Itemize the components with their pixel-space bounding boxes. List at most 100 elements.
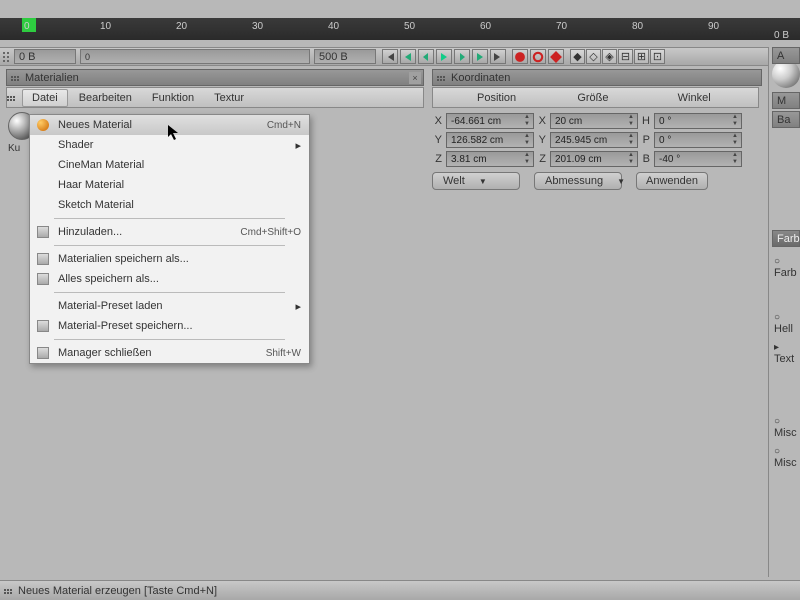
apply-button[interactable]: Anwenden xyxy=(636,172,708,190)
grip-icon xyxy=(7,95,17,101)
separator xyxy=(54,292,285,293)
tick-label: 70 xyxy=(556,21,567,32)
size-field[interactable]: 201.09 cm▲▼ xyxy=(550,151,638,167)
materials-menubar: DateiBearbeitenFunktionTextur xyxy=(6,87,424,108)
timeline-frame-right: 0 B xyxy=(774,30,789,41)
prop-hell[interactable]: ○ Hell xyxy=(774,312,800,335)
separator xyxy=(54,339,285,340)
frame-mid-field[interactable]: 500 B▲▼ xyxy=(314,49,376,64)
menu-item[interactable]: Sketch Material xyxy=(30,195,309,215)
toggle-grid-icon[interactable]: ⊡ xyxy=(650,49,665,64)
menu-item-label: Neues Material xyxy=(58,119,267,131)
saveall-icon xyxy=(34,271,52,287)
shortcut-label: Cmd+N xyxy=(267,120,301,131)
toggle-pos-icon[interactable]: ◆ xyxy=(570,49,585,64)
record-button[interactable] xyxy=(512,49,528,64)
menu-item[interactable]: Manager schließenShift+W xyxy=(30,343,309,363)
menu-bearbeiten[interactable]: Bearbeiten xyxy=(69,88,142,108)
axis-label: Y xyxy=(432,134,444,146)
sphere-icon xyxy=(34,117,52,133)
grip-icon xyxy=(433,89,453,107)
axis-label: Z xyxy=(536,153,548,165)
coords-title-label: Koordinaten xyxy=(451,72,510,84)
space-dropdown[interactable]: Welt▼ xyxy=(432,172,520,190)
menu-item[interactable]: CineMan Material xyxy=(30,155,309,175)
prop-misc1[interactable]: ○ Misc xyxy=(774,416,800,439)
submenu-arrow-icon: ▸ xyxy=(295,300,301,313)
menu-item[interactable]: Haar Material xyxy=(30,175,309,195)
shortcut-label: Cmd+Shift+O xyxy=(240,227,301,238)
key-toggles: ◆ ◇ ◈ ⊟ ⊞ ⊡ xyxy=(570,49,665,64)
menu-item[interactable]: Material-Preset speichern... xyxy=(30,316,309,336)
prev-frame-button[interactable] xyxy=(418,49,434,64)
file-dropdown-menu: Neues MaterialCmd+NShader▸CineMan Materi… xyxy=(29,114,310,364)
toggle-scale-icon[interactable]: ◇ xyxy=(586,49,601,64)
menu-item[interactable]: Alles speichern als... xyxy=(30,269,309,289)
pos-field[interactable]: 3.81 cm▲▼ xyxy=(446,151,534,167)
col-position: Position xyxy=(457,92,557,104)
angle-label: H xyxy=(640,115,652,127)
materials-title-label: Materialien xyxy=(25,72,79,84)
pos-field[interactable]: -64.661 cm▲▼ xyxy=(446,113,534,129)
tick-label: 90 xyxy=(708,21,719,32)
materials-panel-title[interactable]: Materialien × xyxy=(6,69,424,86)
tick-label: 80 xyxy=(632,21,643,32)
frame-slider[interactable]: 0 xyxy=(80,49,310,64)
menu-item[interactable]: Materialien speichern als... xyxy=(30,249,309,269)
frame-left-field[interactable]: 0 B▲▼ xyxy=(14,49,76,64)
material-label: Ku xyxy=(8,143,20,154)
toggle-param-icon[interactable]: ⊟ xyxy=(618,49,633,64)
angle-label: B xyxy=(640,153,652,165)
pos-field[interactable]: 126.582 cm▲▼ xyxy=(446,132,534,148)
size-field[interactable]: 245.945 cm▲▼ xyxy=(550,132,638,148)
col-angle: Winkel xyxy=(658,92,758,104)
angle-field[interactable]: 0 °▲▼ xyxy=(654,113,742,129)
size-field[interactable]: 20 cm▲▼ xyxy=(550,113,638,129)
tick-label: 10 xyxy=(100,21,111,32)
toggle-rot-icon[interactable]: ◈ xyxy=(602,49,617,64)
tick-label: 40 xyxy=(328,21,339,32)
timeline-ruler[interactable]: 0102030405060708090100 xyxy=(0,18,800,40)
material-preview-sphere[interactable] xyxy=(772,60,800,88)
coordinates-panel-title[interactable]: Koordinaten xyxy=(432,69,762,86)
measure-dropdown[interactable]: Abmessung▼ xyxy=(534,172,622,190)
prev-key-button[interactable] xyxy=(400,49,416,64)
timeline-toolbar: 0 B▲▼ 0 500 B▲▼ ◆ ◇ ◈ ⊟ ⊞ ⊡ xyxy=(0,47,800,66)
toggle-pla-icon[interactable]: ⊞ xyxy=(634,49,649,64)
tick-label: 60 xyxy=(480,21,491,32)
close-icon[interactable]: × xyxy=(409,72,421,84)
play-button[interactable] xyxy=(436,49,452,64)
axis-label: Z xyxy=(432,153,444,165)
right-title-a: A xyxy=(772,47,800,64)
folder-icon xyxy=(34,224,52,240)
goto-end-button[interactable] xyxy=(490,49,506,64)
menu-funktion[interactable]: Funktion xyxy=(142,88,204,108)
prop-misc2[interactable]: ○ Misc xyxy=(774,446,800,469)
axis-label: X xyxy=(432,115,444,127)
menu-item-label: Materialien speichern als... xyxy=(58,253,301,265)
blank-icon xyxy=(34,197,52,213)
tick-label: 20 xyxy=(176,21,187,32)
menu-datei[interactable]: Datei xyxy=(22,89,68,107)
save-icon xyxy=(34,251,52,267)
angle-field[interactable]: -40 °▲▼ xyxy=(654,151,742,167)
col-size: Größe xyxy=(557,92,657,104)
key-button[interactable] xyxy=(548,49,564,64)
next-key-button[interactable] xyxy=(472,49,488,64)
status-text: Neues Material erzeugen [Taste Cmd+N] xyxy=(18,585,217,597)
shortcut-label: Shift+W xyxy=(266,348,301,359)
grip-icon xyxy=(4,588,14,594)
grip-icon xyxy=(2,51,12,63)
autokey-button[interactable] xyxy=(530,49,546,64)
prop-text[interactable]: ▸ Text xyxy=(774,342,800,365)
menu-item[interactable]: Material-Preset laden▸ xyxy=(30,296,309,316)
menu-item-label: Sketch Material xyxy=(58,199,301,211)
separator xyxy=(54,218,285,219)
prop-farb[interactable]: ○ Farb xyxy=(774,256,800,279)
goto-start-button[interactable] xyxy=(382,49,398,64)
angle-field[interactable]: 0 °▲▼ xyxy=(654,132,742,148)
menu-item[interactable]: Hinzuladen...Cmd+Shift+O xyxy=(30,222,309,242)
menu-textur[interactable]: Textur xyxy=(204,88,254,108)
next-frame-button[interactable] xyxy=(454,49,470,64)
blank-icon xyxy=(34,298,52,314)
